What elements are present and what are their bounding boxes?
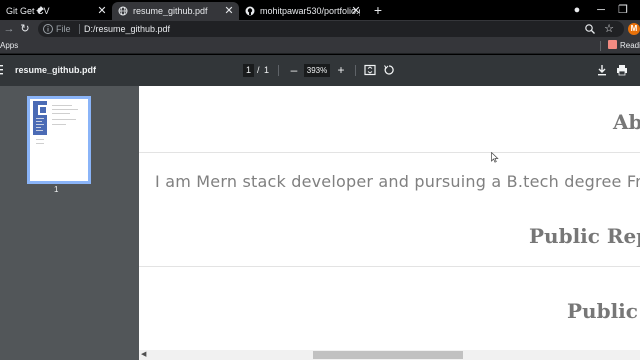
bookmarks-divider xyxy=(600,41,601,51)
heading-public: Public xyxy=(567,299,638,323)
mouse-cursor-icon xyxy=(491,152,499,163)
maximize-icon[interactable]: ❐ xyxy=(616,3,630,17)
globe-icon xyxy=(118,6,128,16)
tab-search-icon[interactable]: ● xyxy=(570,3,584,17)
bookmarks-bar: Apps Reading list xyxy=(0,38,640,54)
forward-icon[interactable]: → xyxy=(2,22,16,36)
pin-icon xyxy=(36,6,44,14)
bookmark-star-icon[interactable]: ☆ xyxy=(604,22,614,36)
page-total: 1 xyxy=(264,65,270,75)
zoom-in-button[interactable]: + xyxy=(336,64,346,77)
close-tab-icon[interactable]: ✕ xyxy=(223,5,235,17)
zoom-out-button[interactable]: – xyxy=(289,64,299,77)
zoom-icon[interactable] xyxy=(584,23,596,35)
reading-list-button[interactable]: Reading list xyxy=(608,40,640,52)
section-divider xyxy=(139,152,640,153)
pdf-filename: resume_github.pdf xyxy=(15,65,97,75)
about-paragraph: I am Mern stack developer and pursuing a… xyxy=(155,172,640,191)
close-tab-icon[interactable]: ✕ xyxy=(96,5,108,17)
heading-public-repos: Public Repos xyxy=(529,224,640,248)
bookmark-apps[interactable]: Apps xyxy=(0,40,18,52)
minimize-icon[interactable]: ─ xyxy=(594,3,608,17)
tab-title: resume_github.pdf xyxy=(133,6,208,16)
reading-list-icon xyxy=(608,40,617,49)
rotate-icon[interactable] xyxy=(383,64,395,76)
scrollbar-thumb[interactable] xyxy=(313,351,463,359)
menu-icon[interactable] xyxy=(0,64,10,76)
reload-icon[interactable]: ↻ xyxy=(18,22,32,36)
address-bar[interactable]: File D:/resume_github.pdf ☆ xyxy=(38,21,624,37)
toolbar-divider xyxy=(355,65,356,76)
print-icon[interactable] xyxy=(616,64,628,76)
section-divider xyxy=(139,266,640,267)
close-tab-icon[interactable]: ✕ xyxy=(350,5,362,17)
page-number-input[interactable]: 1 xyxy=(243,64,254,77)
page-separator: / xyxy=(257,65,260,75)
scroll-left-icon[interactable]: ◀ xyxy=(141,351,146,359)
tab-strip: Git Get CV ✕ resume_github.pdf ✕ mohitpa… xyxy=(0,0,640,20)
tab-git-get-cv[interactable]: Git Get CV ✕ xyxy=(0,2,112,20)
tab-title: mohitpawar530/portfolio.github.io xyxy=(260,6,360,16)
thumbnail-sidebar-block xyxy=(33,101,48,135)
tab-github-portfolio[interactable]: mohitpawar530/portfolio.github.io ✕ xyxy=(239,2,366,20)
tab-title: Git Get CV xyxy=(6,6,50,16)
github-icon xyxy=(245,6,255,16)
info-icon[interactable] xyxy=(42,23,54,35)
fit-to-page-icon[interactable] xyxy=(364,64,376,76)
reading-list-label: Reading list xyxy=(620,41,640,50)
thumbnail-photo xyxy=(38,105,48,115)
url-text[interactable]: D:/resume_github.pdf xyxy=(84,23,170,35)
thumbnail-page xyxy=(30,99,88,181)
horizontal-scrollbar[interactable]: ◀ xyxy=(139,350,640,360)
toolbar-divider xyxy=(278,65,279,76)
url-scheme: File xyxy=(56,24,71,34)
download-icon[interactable] xyxy=(596,64,608,76)
page-thumbnail[interactable] xyxy=(27,96,91,184)
browser-toolbar: → ↻ File D:/resume_github.pdf ☆ xyxy=(0,20,640,38)
thumbnail-page-number: 1 xyxy=(54,185,59,194)
pdf-document[interactable]: About I am Mern stack developer and purs… xyxy=(139,86,640,360)
pdf-toolbar: resume_github.pdf 1 / 1 – 393% + xyxy=(0,55,640,86)
zoom-level-input[interactable]: 393% xyxy=(304,64,330,77)
thumbnail-sidebar: 1 xyxy=(0,86,139,360)
avatar[interactable]: M xyxy=(628,23,640,35)
new-tab-button[interactable]: + xyxy=(371,3,385,17)
url-divider xyxy=(79,24,80,34)
heading-about: About xyxy=(613,110,640,134)
tab-resume-pdf[interactable]: resume_github.pdf ✕ xyxy=(112,2,239,20)
